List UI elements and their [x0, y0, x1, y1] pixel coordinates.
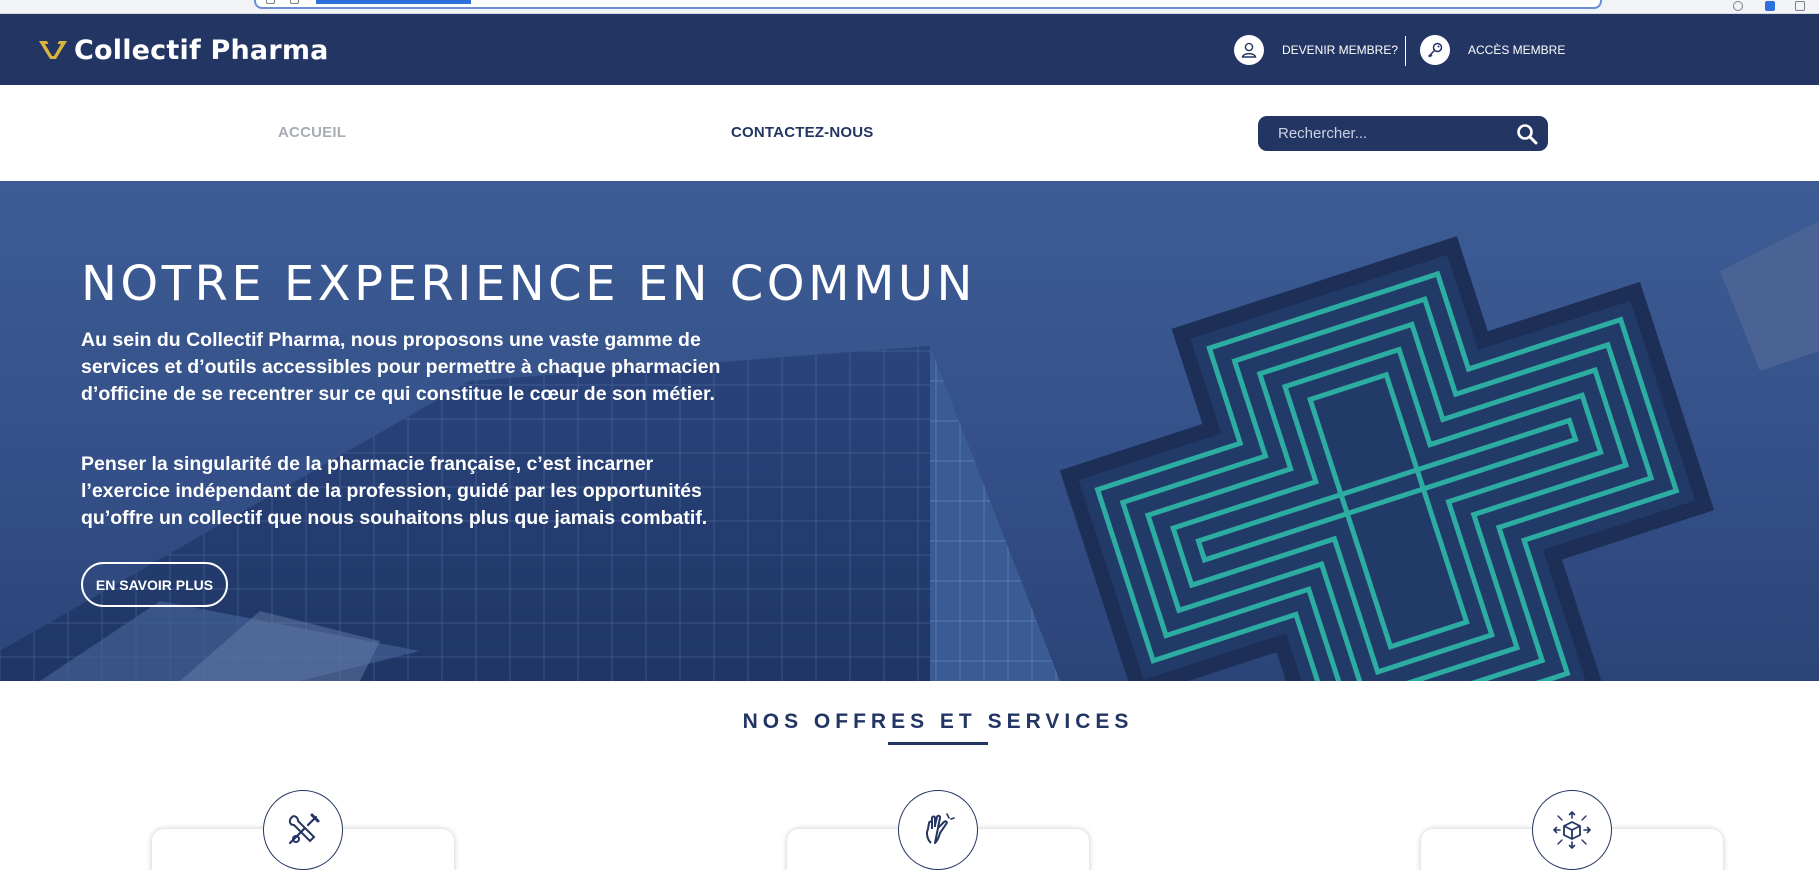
browser-toolbar — [0, 0, 1819, 14]
account-icon[interactable] — [1733, 1, 1743, 11]
search-input[interactable] — [1258, 125, 1508, 142]
become-member-label: DEVENIR MEMBRE? — [1282, 43, 1399, 57]
main-navigation: ACCUEIL CONTACTEZ-NOUS — [0, 85, 1819, 181]
hero-paragraph-2: Penser la singularité de la pharmacie fr… — [81, 453, 708, 529]
top-header: Collectif Pharma DEVENIR MEMBRE? ACCÈS M… — [0, 14, 1819, 85]
become-member-link[interactable]: DEVENIR MEMBRE? — [1234, 35, 1398, 65]
title-underline — [888, 742, 988, 745]
tab-icon[interactable] — [290, 0, 299, 4]
header-divider — [1405, 36, 1406, 66]
box-expand-icon — [1532, 790, 1612, 870]
key-icon — [1420, 35, 1450, 65]
menu-icon[interactable] — [1795, 1, 1805, 11]
offers-section-title: NOS OFFRES ET SERVICES — [742, 710, 1134, 733]
extension-icon[interactable] — [1765, 1, 1775, 11]
user-icon — [1234, 35, 1264, 65]
nav-item-home[interactable]: ACCUEIL — [278, 124, 346, 141]
site-info-icon[interactable] — [266, 0, 275, 4]
search-box — [1258, 116, 1548, 151]
address-selection — [316, 0, 471, 4]
hero-banner: NOTRE EXPERIENCE EN COMMUN Au sein du Co… — [0, 181, 1819, 681]
learn-more-button[interactable]: EN SAVOIR PLUS — [81, 562, 228, 607]
site-logo[interactable]: Collectif Pharma — [38, 32, 329, 68]
browser-address-bar[interactable] — [254, 0, 1602, 9]
tools-icon — [263, 790, 343, 870]
hand-gesture-icon — [898, 790, 978, 870]
logo-mark-icon — [39, 41, 67, 59]
member-access-link[interactable]: ACCÈS MEMBRE — [1420, 35, 1565, 65]
brand-name: Collectif Pharma — [74, 34, 329, 66]
search-icon[interactable] — [1516, 123, 1538, 145]
hero-paragraph-1: Au sein du Collectif Pharma, nous propos… — [81, 329, 721, 405]
nav-item-contact[interactable]: CONTACTEZ-NOUS — [731, 124, 874, 141]
hero-title: NOTRE EXPERIENCE EN COMMUN — [81, 256, 976, 312]
member-access-label: ACCÈS MEMBRE — [1468, 43, 1566, 57]
